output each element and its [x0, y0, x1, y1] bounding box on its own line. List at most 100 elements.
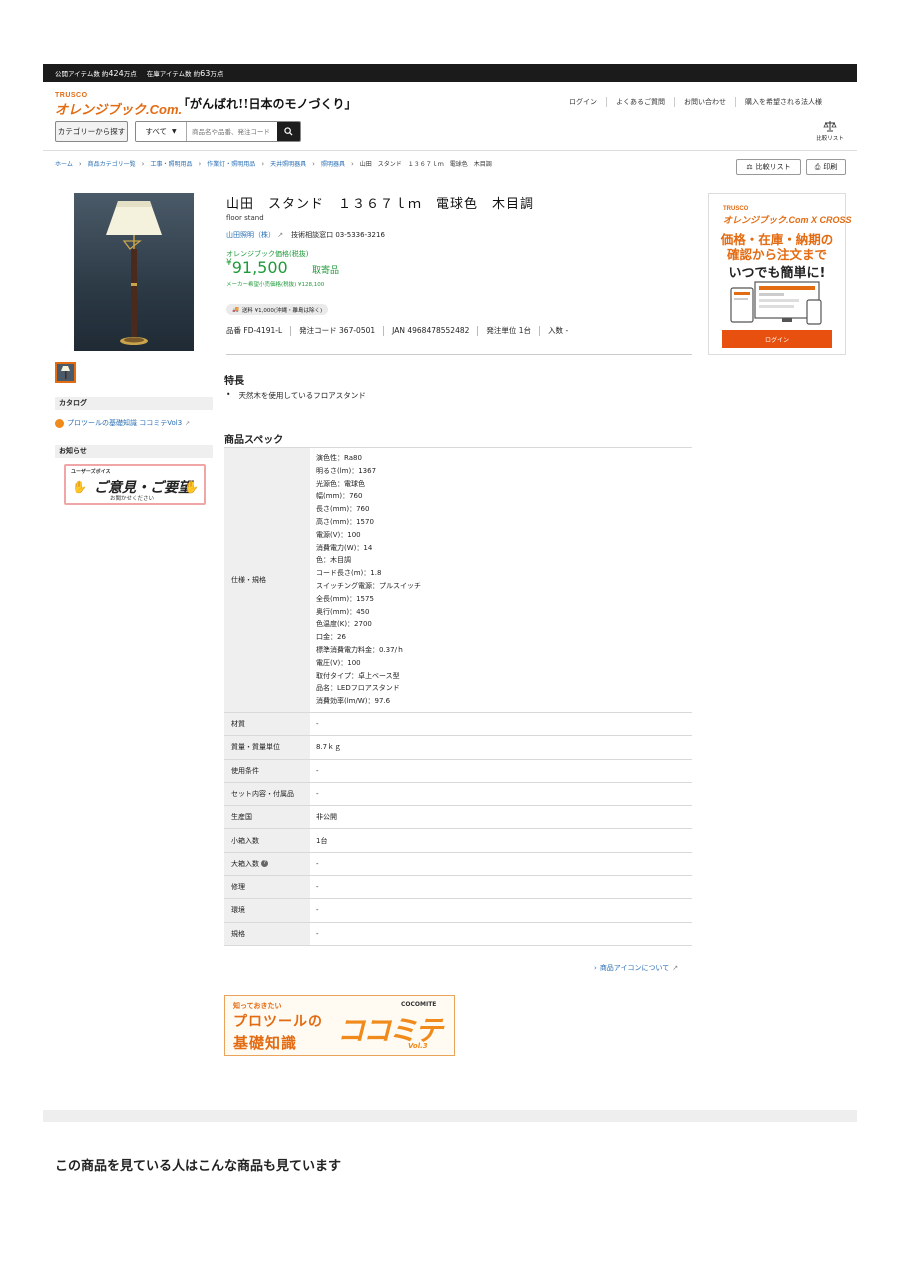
spec-line: 取付タイプ：卓上ベース型: [316, 671, 400, 680]
catalog-link[interactable]: プロツールの基礎知識 ココミテVol3 ↗: [55, 418, 190, 428]
breadcrumb-home[interactable]: ホーム: [55, 159, 73, 168]
spec-key: 質量・質量単位: [224, 735, 310, 760]
breadcrumb-ceiling[interactable]: 天井照明器具: [270, 159, 306, 168]
search-input[interactable]: [187, 122, 277, 141]
catalog-heading: カタログ: [55, 397, 213, 410]
corporate-link[interactable]: 購入を希望される法人様: [735, 97, 831, 107]
spec-line: 光源色：電球色: [316, 479, 365, 488]
ad-brand-main: オレンジブック.Com X CROSS: [723, 215, 852, 225]
spec-line: 奥行(mm)：450: [316, 607, 370, 616]
scale-icon: ⚖: [746, 163, 753, 171]
spec-line: 高さ(mm)：1570: [316, 517, 374, 526]
shipping-badge: 🚚 送料 ¥1,000(沖縄・離島は除く): [226, 304, 329, 315]
breadcrumb-construction[interactable]: 工事・照明用品: [150, 159, 192, 168]
hand-right-icon: ✋: [184, 480, 199, 494]
spec-value: -: [310, 922, 692, 946]
compare-list-header[interactable]: 比較リスト: [810, 120, 850, 142]
spec-value: -: [310, 875, 692, 900]
spec-key: 使用条件: [224, 759, 310, 783]
ad-headline: 価格・在庫・納期の 確認から注文まで: [709, 232, 845, 262]
search-scope-select[interactable]: すべて ▼: [136, 122, 187, 141]
feature-text: 天然木を使用しているフロアスタンド: [238, 391, 366, 400]
ad-brand-small: TRUSCO: [723, 206, 749, 212]
catalog-link-label: プロツールの基礎知識 ココミテVol3: [67, 419, 183, 427]
spec-line: 電圧(V)：100: [316, 658, 361, 667]
ad-line-2: 確認から注文まで: [726, 247, 827, 262]
section-separator: [43, 1110, 857, 1122]
compare-list-label: 比較リスト: [816, 136, 844, 142]
spec-key: 規格: [224, 922, 310, 946]
ad-line-1: 価格・在庫・納期の: [720, 232, 834, 247]
devices-illustration: [730, 281, 822, 325]
spec-line: 電源(V)：100: [316, 530, 361, 539]
breadcrumb-worklight[interactable]: 作業灯・照明用品: [207, 159, 255, 168]
price: ¥91,500: [226, 258, 288, 277]
users-voice-banner[interactable]: ユーザーズボイス ご意見・ご要望 お聞かせください ✋ ✋: [64, 464, 206, 505]
table-row: セット内容・付属品 -: [224, 782, 692, 807]
cocomite-banner[interactable]: 知っておきたい プロツールの 基礎知識 COCOMITE ココミテ Vol.3: [224, 995, 455, 1056]
print-label: 印刷: [823, 163, 838, 171]
help-icon[interactable]: ?: [261, 860, 269, 868]
contact-link[interactable]: お問い合わせ: [674, 97, 735, 107]
search-scope-value: すべて: [145, 127, 168, 136]
spec-line: 口金：26: [316, 633, 346, 642]
spec-line: 明るさ(lm)：1367: [316, 466, 377, 475]
order-unit: 発注単位 1台: [477, 326, 539, 336]
spec-key: 修理: [224, 875, 310, 900]
cocomite-icon: [55, 418, 64, 428]
spec-key: セット内容・付属品: [224, 782, 310, 807]
site-stats-bar: 公開アイテム数 約424万点 在庫アイテム数 約63万点: [43, 64, 857, 82]
ad-login-button[interactable]: ログイン: [722, 330, 832, 348]
feature-item: • 天然木を使用しているフロアスタンド: [226, 390, 366, 401]
table-row: 生産国 非公開: [224, 805, 692, 830]
search-button[interactable]: [277, 122, 300, 141]
printer-icon: ⎙: [814, 162, 821, 171]
table-row: 質量・質量単位 8.7ｋｇ: [224, 735, 692, 760]
product-icon-info-link[interactable]: › 商品アイコンについて ↗: [594, 963, 678, 973]
availability-badge: 取寄品: [312, 266, 340, 276]
table-row: 大箱入数 ? -: [224, 852, 692, 877]
maker-link[interactable]: 山田照明（株） ↗: [226, 230, 283, 240]
banner-vol: Vol.3: [408, 1042, 428, 1050]
print-button[interactable]: ⎙ 印刷: [806, 159, 846, 175]
breadcrumb-fixtures[interactable]: 照明器具: [321, 159, 345, 168]
spec-key: 小箱入数: [224, 828, 310, 853]
product-subtitle: floor stand: [226, 214, 264, 222]
faq-link[interactable]: よくあるご質問: [606, 97, 674, 107]
add-compare-button[interactable]: ⚖ 比較リスト: [736, 159, 801, 175]
table-row: 材質 -: [224, 712, 692, 737]
product-title: 山田 スタンド １３６７ｌｍ 電球色 木目調: [226, 197, 535, 212]
chevron-right-icon: ›: [198, 159, 202, 168]
orangebook-cross-ad[interactable]: TRUSCO オレンジブック.Com X CROSS 価格・在庫・納期の 確認から…: [708, 193, 852, 355]
spec-lines: 演色性：Ra80 明るさ(lm)：1367 光源色：電球色 幅(mm)：760 …: [310, 447, 692, 713]
banner-line-3: 基礎知識: [233, 1034, 298, 1052]
chevron-right-icon: ›: [350, 159, 354, 168]
part-number: 品番 FD-4191-L: [226, 326, 283, 335]
features-heading: 特長: [224, 376, 244, 387]
trusco-logo[interactable]: TRUSCO: [55, 92, 88, 99]
floor-lamp-image: [106, 201, 162, 345]
spec-line: スイッチング電源：プルスイッチ: [316, 581, 421, 590]
spec-line: 色：木目調: [316, 556, 351, 565]
product-thumbnail[interactable]: [55, 362, 76, 383]
login-link[interactable]: ログイン: [560, 97, 606, 107]
product-main-image[interactable]: [74, 193, 194, 351]
add-compare-label: 比較リスト: [755, 163, 791, 171]
spec-value: 非公開: [310, 805, 692, 830]
site-logo[interactable]: オレンジブック.Com.: [55, 99, 182, 118]
spec-value: -: [310, 712, 692, 737]
table-row: 使用条件 -: [224, 759, 692, 783]
spec-key: 仕様・規格: [224, 447, 310, 713]
spec-table: 仕様・規格 演色性：Ra80 明るさ(lm)：1367 光源色：電球色 幅(mm…: [224, 447, 692, 946]
spec-value: 8.7ｋｇ: [310, 735, 692, 760]
spec-value: -: [310, 898, 692, 923]
spec-line: 消費電力(W)：14: [316, 543, 373, 552]
chevron-right-icon: ›: [594, 964, 597, 972]
breadcrumb-categories[interactable]: 商品カテゴリ一覧: [88, 159, 136, 168]
truck-icon: 🚚: [232, 306, 239, 313]
table-row: 仕様・規格 演色性：Ra80 明るさ(lm)：1367 光源色：電球色 幅(mm…: [224, 447, 692, 713]
external-link-icon: ↗: [672, 964, 679, 972]
jan-code: JAN 4968478552482: [383, 326, 477, 336]
spec-line: 色温度(K)：2700: [316, 620, 372, 629]
category-button[interactable]: カテゴリーから探す: [55, 121, 128, 142]
